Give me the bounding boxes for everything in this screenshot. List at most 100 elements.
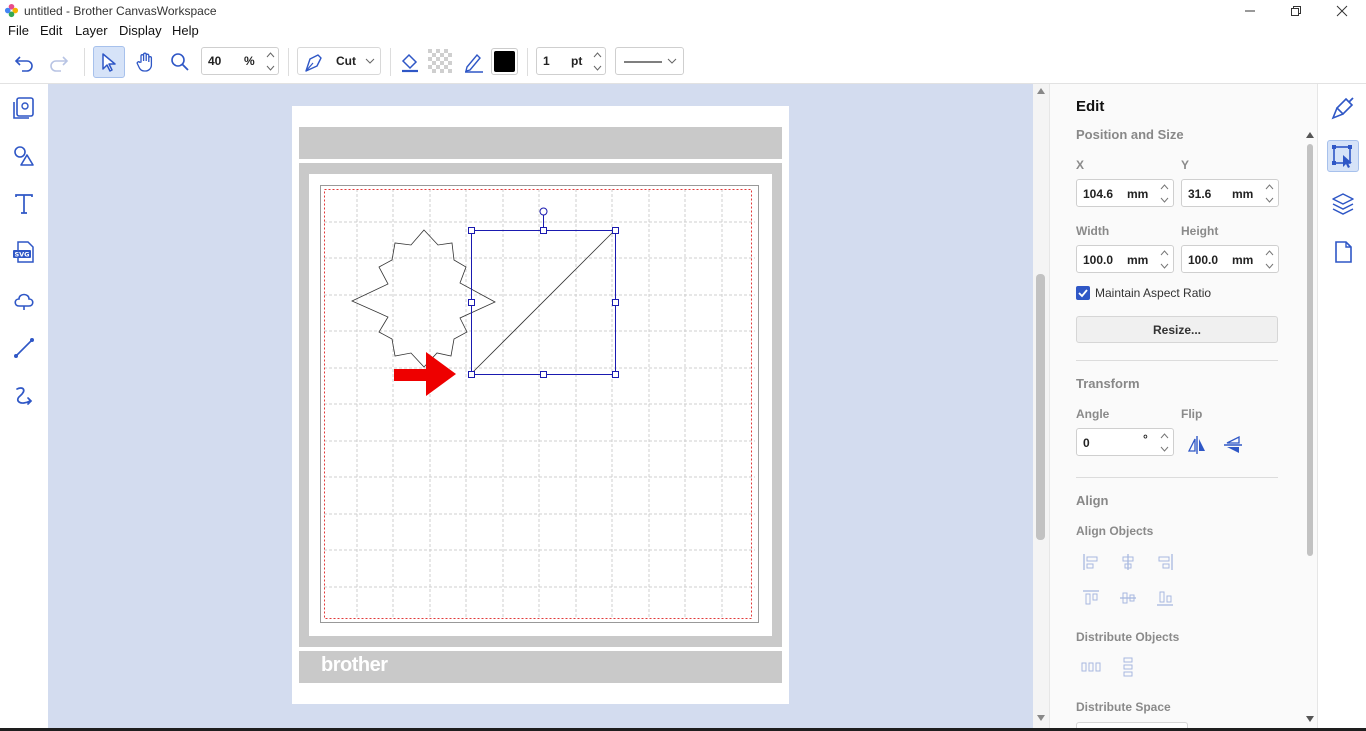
angle-input[interactable]: 0 ° xyxy=(1076,428,1174,456)
angle-up-icon[interactable] xyxy=(1156,429,1172,442)
chevron-down-icon xyxy=(667,58,677,64)
line-width-up-icon[interactable] xyxy=(589,48,605,61)
align-right-button[interactable] xyxy=(1154,551,1176,573)
rotate-handle xyxy=(539,207,548,216)
canvas-objects xyxy=(351,207,619,396)
panel-scroll-down-icon[interactable] xyxy=(1306,716,1314,722)
align-top-button[interactable] xyxy=(1080,587,1102,609)
line-style-dropdown[interactable] xyxy=(615,47,684,75)
line-width-down-icon[interactable] xyxy=(589,61,605,74)
paint-bucket-icon xyxy=(401,53,418,73)
flip-horizontal-icon xyxy=(1187,436,1205,454)
layers-tab[interactable] xyxy=(1327,188,1359,220)
close-button[interactable] xyxy=(1319,0,1365,22)
fill-stroke-tab[interactable] xyxy=(1327,92,1359,124)
line-color-button[interactable] xyxy=(458,46,490,78)
distribute-horizontal-button[interactable] xyxy=(1080,656,1102,678)
menu-display[interactable]: Display xyxy=(119,23,162,38)
star-shape xyxy=(351,229,496,368)
x-up-icon[interactable] xyxy=(1156,180,1172,193)
height-down-icon[interactable] xyxy=(1261,259,1277,272)
height-up-icon[interactable] xyxy=(1261,246,1277,259)
angle-down-icon[interactable] xyxy=(1156,442,1172,455)
project-tab[interactable] xyxy=(1327,236,1359,268)
resize-button[interactable]: Resize... xyxy=(1076,316,1278,343)
width-up-icon[interactable] xyxy=(1156,246,1172,259)
angle-value: 0 xyxy=(1083,436,1090,450)
x-value: 104.6 xyxy=(1083,187,1114,201)
restore-button[interactable] xyxy=(1273,0,1319,22)
scroll-down-icon[interactable] xyxy=(1037,715,1045,721)
panel-scroll-up-icon[interactable] xyxy=(1306,132,1314,138)
flip-horizontal-button[interactable] xyxy=(1186,434,1208,456)
svg-import-button[interactable]: SVG xyxy=(8,236,40,268)
document-icon xyxy=(1335,241,1352,263)
fill-color-button[interactable] xyxy=(394,46,426,78)
x-input[interactable]: 104.6 mm xyxy=(1076,179,1174,207)
cut-mode-dropdown[interactable]: Cut xyxy=(297,47,381,75)
edit-tab[interactable] xyxy=(1327,140,1359,172)
mat-top-strip xyxy=(299,127,782,159)
menu-layer[interactable]: Layer xyxy=(75,23,108,38)
align-middle-icon xyxy=(1120,592,1136,604)
menu-edit[interactable]: Edit xyxy=(40,23,62,38)
window-title: untitled - Brother CanvasWorkspace xyxy=(24,4,217,18)
canvas-area[interactable]: brother xyxy=(48,84,1033,731)
scrollbar-thumb[interactable] xyxy=(1036,274,1045,540)
image-trace-button[interactable] xyxy=(8,284,40,316)
redo-button[interactable] xyxy=(43,46,75,78)
mat-bottom-strip: brother xyxy=(299,651,782,683)
aspect-ratio-checkbox[interactable] xyxy=(1076,286,1090,300)
zoom-tool-button[interactable] xyxy=(164,46,196,78)
scroll-up-icon[interactable] xyxy=(1037,88,1045,94)
y-input[interactable]: 31.6 mm xyxy=(1181,179,1279,207)
undo-icon xyxy=(14,56,33,72)
height-input[interactable]: 100.0 mm xyxy=(1181,245,1279,273)
svg-text:SVG: SVG xyxy=(14,251,29,259)
x-down-icon[interactable] xyxy=(1156,193,1172,206)
y-down-icon[interactable] xyxy=(1261,193,1277,206)
resize-handle xyxy=(540,227,547,234)
templates-button[interactable] xyxy=(8,92,40,124)
width-value: 100.0 xyxy=(1083,253,1114,267)
minimize-button[interactable] xyxy=(1227,0,1273,22)
align-bottom-button[interactable] xyxy=(1154,587,1176,609)
y-unit: mm xyxy=(1232,187,1254,201)
brother-logo-text: brother xyxy=(321,654,388,676)
menu-help[interactable]: Help xyxy=(172,23,199,38)
line-tool-button[interactable] xyxy=(8,332,40,364)
menu-file[interactable]: File xyxy=(8,23,29,38)
transparent-fill-button[interactable] xyxy=(425,46,457,78)
resize-handle xyxy=(468,227,475,234)
line-width-input[interactable]: 1 pt xyxy=(536,47,606,75)
mat-background: brother xyxy=(292,106,789,704)
align-center-button[interactable] xyxy=(1117,551,1139,573)
flip-vertical-icon xyxy=(1224,435,1242,453)
select-tool-button[interactable] xyxy=(93,46,125,78)
align-center-icon xyxy=(1122,554,1134,570)
width-down-icon[interactable] xyxy=(1156,259,1172,272)
width-input[interactable]: 100.0 mm xyxy=(1076,245,1174,273)
line-width-unit: pt xyxy=(571,54,583,68)
canvas-vertical-scrollbar[interactable] xyxy=(1033,84,1049,731)
undo-button[interactable] xyxy=(8,46,40,78)
zoom-down-icon[interactable] xyxy=(262,61,278,74)
y-up-icon[interactable] xyxy=(1261,180,1277,193)
freehand-tool-button[interactable] xyxy=(8,380,40,412)
align-left-button[interactable] xyxy=(1080,551,1102,573)
shapes-button[interactable] xyxy=(8,140,40,172)
distribute-vertical-button[interactable] xyxy=(1117,656,1139,678)
text-button[interactable] xyxy=(8,188,40,220)
svg-file-icon: SVG xyxy=(13,241,34,263)
distribute-horizontal-icon xyxy=(1081,662,1101,672)
trace-icon xyxy=(14,293,34,310)
distribute-vertical-icon xyxy=(1123,657,1133,677)
flip-vertical-button[interactable] xyxy=(1222,434,1244,456)
zoom-up-icon[interactable] xyxy=(262,48,278,61)
hand-tool-button[interactable] xyxy=(129,46,161,78)
align-middle-button[interactable] xyxy=(1117,587,1139,609)
shapes-icon xyxy=(14,146,34,166)
line-color-swatch[interactable] xyxy=(491,48,518,75)
zoom-input[interactable]: 40 % xyxy=(201,47,279,75)
panel-scrollbar-thumb[interactable] xyxy=(1307,144,1313,556)
